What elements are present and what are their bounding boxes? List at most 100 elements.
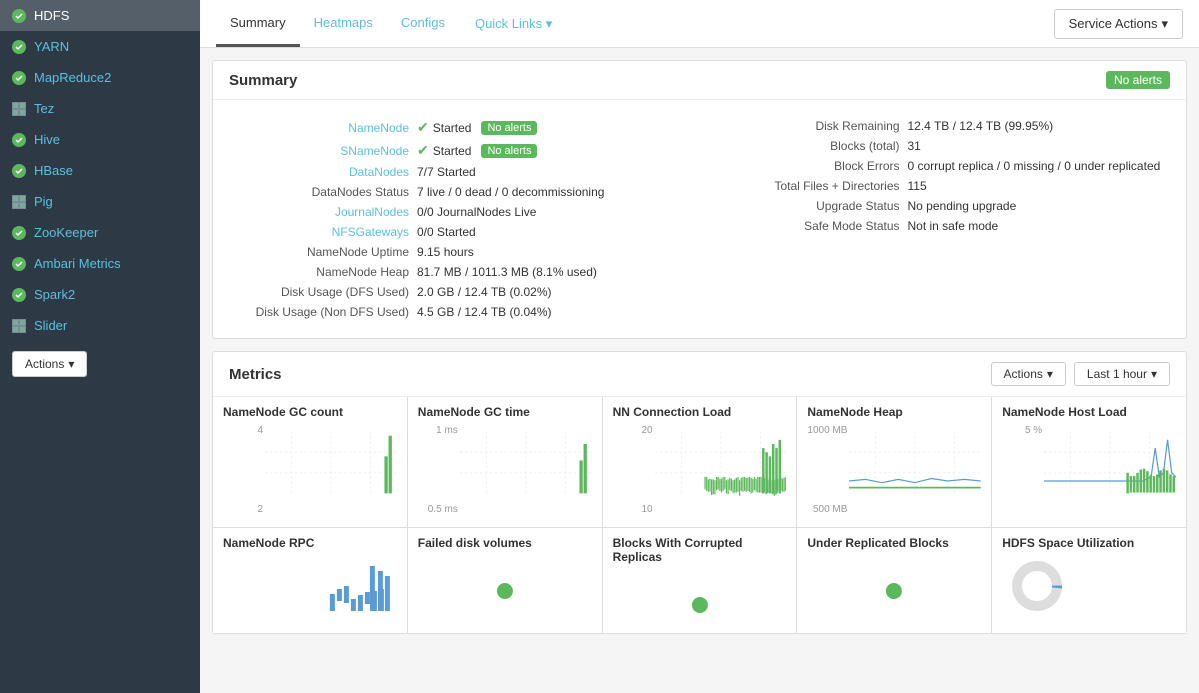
sidebar-label-mapreduce2: MapReduce2 (34, 70, 111, 85)
metrics-actions-button[interactable]: Actions ▾ (991, 362, 1066, 386)
summary-row-label-5[interactable]: NFSGateways (237, 225, 417, 239)
sidebar-item-hdfs[interactable]: HDFS (0, 0, 200, 31)
no-alerts-badge: No alerts (1106, 71, 1170, 89)
service-actions-button[interactable]: Service Actions ▾ (1054, 9, 1183, 39)
metric-cell2-failed-disk-volumes: Failed disk volumes (408, 528, 602, 633)
sr-label-0: Disk Remaining (708, 119, 908, 133)
summary-card: Summary No alerts NameNode✔StartedNo ale… (212, 60, 1187, 339)
status-icon-hbase (12, 164, 26, 178)
tab-configs[interactable]: Configs (387, 1, 459, 47)
metric-title-namenode-heap: NameNode Heap (807, 405, 981, 419)
metric-cell2-namenode-rpc: NameNode RPC (213, 528, 407, 633)
sidebar-item-hive[interactable]: Hive (0, 124, 200, 155)
summary-right-row-3: Total Files + Directories115 (708, 176, 1163, 196)
sidebar-item-spark2[interactable]: Spark2 (0, 279, 200, 310)
metric-ylabels-namenode-heap: 1000 MB500 MB (807, 425, 847, 515)
summary-row-label-4[interactable]: JournalNodes (237, 205, 417, 219)
metric-ylabels-namenode-host-load: 5 % (1002, 425, 1042, 515)
sidebar-item-hbase[interactable]: HBase (0, 155, 200, 186)
summary-row-label-0[interactable]: NameNode (237, 121, 417, 135)
summary-row-2: DataNodes7/7 Started (237, 162, 692, 182)
summary-row-text-3: 7 live / 0 dead / 0 decommissioning (417, 185, 604, 199)
sidebar-label-hdfs: HDFS (34, 8, 69, 23)
metrics-actions-caret: ▾ (1047, 367, 1053, 381)
metric-svg-namenode-heap (849, 425, 981, 515)
sr-value-2: 0 corrupt replica / 0 missing / 0 under … (908, 159, 1161, 173)
quick-links[interactable]: Quick Links ▾ (475, 16, 552, 32)
tab-heatmaps[interactable]: Heatmaps (300, 1, 387, 47)
summary-title: Summary (229, 72, 297, 89)
win-icon-pig (12, 195, 26, 209)
metrics-timerange-button[interactable]: Last 1 hour ▾ (1074, 362, 1170, 386)
metric-ylabels-namenode-gc-time: 1 ms0.5 ms (418, 425, 458, 515)
summary-row-1: SNameNode✔StartedNo alerts (237, 139, 692, 162)
sr-value-1: 31 (908, 139, 921, 153)
summary-row-value-7: 81.7 MB / 1011.3 MB (8.1% used) (417, 265, 597, 279)
summary-row-value-3: 7 live / 0 dead / 0 decommissioning (417, 185, 604, 199)
summary-row-value-9: 4.5 GB / 12.4 TB (0.04%) (417, 305, 552, 319)
summary-row-badge-0: No alerts (481, 121, 537, 135)
metric-title-namenode-host-load: NameNode Host Load (1002, 405, 1176, 419)
metric-svg-nn-connection-load (655, 425, 787, 515)
service-actions-caret: ▾ (1161, 16, 1168, 32)
sidebar-label-yarn: YARN (34, 39, 69, 54)
actions-caret: ▾ (68, 357, 74, 371)
metrics-card: Metrics Actions ▾ Last 1 hour ▾ NameNode… (212, 351, 1187, 634)
metrics-grid-row1: NameNode GC count42 NameNode GC time 1 ms… (213, 397, 1186, 527)
summary-row-label-1[interactable]: SNameNode (237, 144, 417, 158)
summary-right-row-0: Disk Remaining12.4 TB / 12.4 TB (99.95%) (708, 116, 1163, 136)
win-icon-slider (12, 319, 26, 333)
metric-title2-hdfs-space: HDFS Space Utilization (1002, 536, 1176, 550)
metrics-grid-row2: NameNode RPC Failed disk volumes Blocks … (213, 527, 1186, 633)
metric-cell-namenode-gc-count: NameNode GC count42 (213, 397, 407, 527)
actions-button[interactable]: Actions ▾ (12, 351, 87, 377)
status-icon-hdfs (12, 9, 26, 23)
sidebar-label-ambari-metrics: Ambari Metrics (34, 256, 121, 271)
summary-row-5: NFSGateways0/0 Started (237, 222, 692, 242)
metrics-title: Metrics (229, 366, 282, 383)
status-icon-mapreduce2 (12, 71, 26, 85)
sidebar-item-slider[interactable]: Slider (0, 310, 200, 341)
sr-value-4: No pending upgrade (908, 199, 1017, 213)
sidebar-item-zookeeper[interactable]: ZooKeeper (0, 217, 200, 248)
summary-row-value-0: ✔StartedNo alerts (417, 119, 537, 136)
metric-chart-namenode-host-load: 5 % (1002, 425, 1176, 515)
service-actions-label: Service Actions (1069, 16, 1158, 31)
metric-svg-namenode-gc-time (460, 425, 592, 515)
metric-title-namenode-gc-time: NameNode GC time (418, 405, 592, 419)
summary-right-row-4: Upgrade StatusNo pending upgrade (708, 196, 1163, 216)
summary-row-value-8: 2.0 GB / 12.4 TB (0.02%) (417, 285, 552, 299)
metrics-header: Metrics Actions ▾ Last 1 hour ▾ (213, 352, 1186, 397)
sidebar-item-pig[interactable]: Pig (0, 186, 200, 217)
summary-row-0: NameNode✔StartedNo alerts (237, 116, 692, 139)
summary-row-label-8: Disk Usage (DFS Used) (237, 285, 417, 299)
tab-summary[interactable]: Summary (216, 1, 300, 47)
summary-row-4: JournalNodes0/0 JournalNodes Live (237, 202, 692, 222)
sr-label-1: Blocks (total) (708, 139, 908, 153)
sr-label-5: Safe Mode Status (708, 219, 908, 233)
sidebar-item-mapreduce2[interactable]: MapReduce2 (0, 62, 200, 93)
status-icon-zookeeper (12, 226, 26, 240)
summary-row-text-1: Started (433, 144, 472, 158)
sidebar-item-ambari-metrics[interactable]: Ambari Metrics (0, 248, 200, 279)
sidebar-label-hbase: HBase (34, 163, 73, 178)
metric-chart2-under-replicated (807, 556, 981, 611)
metric-chart2-failed-disk-volumes (418, 556, 592, 611)
summary-row-text-7: 81.7 MB / 1011.3 MB (8.1% used) (417, 265, 597, 279)
status-icon-spark2 (12, 288, 26, 302)
metric-chart-namenode-gc-count: 42 (223, 425, 397, 515)
summary-row-6: NameNode Uptime9.15 hours (237, 242, 692, 262)
metric-chart2-namenode-rpc (223, 556, 397, 611)
sidebar-actions-wrap: Actions ▾ (0, 341, 200, 387)
sidebar-item-yarn[interactable]: YARN (0, 31, 200, 62)
metric-cell-namenode-heap: NameNode Heap 1000 MB500 MB (797, 397, 991, 527)
sidebar-item-tez[interactable]: Tez (0, 93, 200, 124)
metric-title2-failed-disk-volumes: Failed disk volumes (418, 536, 592, 550)
metric-cell-namenode-gc-time: NameNode GC time 1 ms0.5 ms (408, 397, 602, 527)
summary-row-value-4: 0/0 JournalNodes Live (417, 205, 536, 219)
metric-svg-namenode-gc-count (265, 425, 397, 515)
summary-row-text-9: 4.5 GB / 12.4 TB (0.04%) (417, 305, 552, 319)
summary-row-label-2[interactable]: DataNodes (237, 165, 417, 179)
summary-row-9: Disk Usage (Non DFS Used)4.5 GB / 12.4 T… (237, 302, 692, 322)
metric-chart-nn-connection-load: 2010 (613, 425, 787, 515)
